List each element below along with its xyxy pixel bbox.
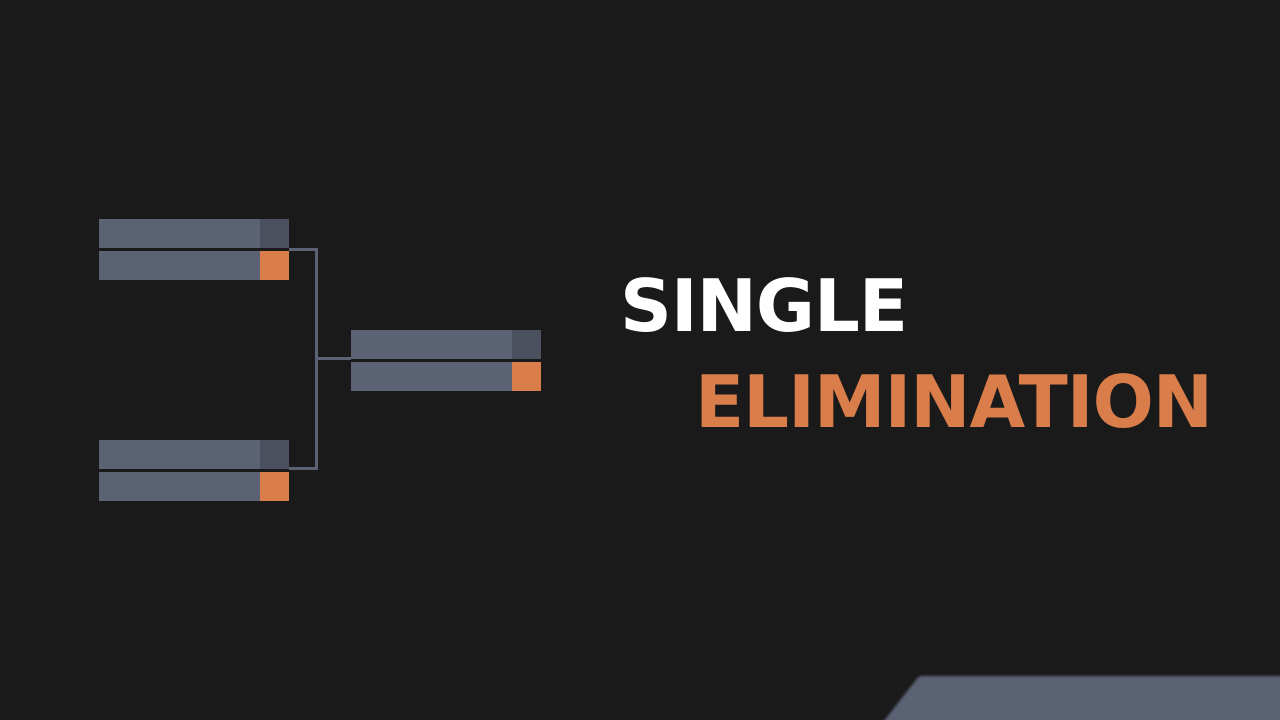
match-slot-top xyxy=(99,219,289,248)
title-line-accent: ELIMINATION xyxy=(695,360,1213,444)
bracket-connector-bottom xyxy=(289,467,318,470)
slot-score-box-highlight xyxy=(260,251,289,280)
match-slot-top xyxy=(351,330,541,359)
match-slot-bottom xyxy=(351,362,541,391)
match-slot-bottom xyxy=(99,251,289,280)
slot-score-box xyxy=(512,330,541,359)
bracket-match-round1-top xyxy=(99,219,289,281)
slide: SINGLE ELIMINATION xyxy=(0,0,1280,720)
slot-score-box-highlight xyxy=(260,472,289,501)
slot-score-box xyxy=(260,440,289,469)
match-slot-bottom xyxy=(99,472,289,501)
title-line-primary: SINGLE xyxy=(620,264,908,348)
slot-score-box xyxy=(260,219,289,248)
bracket-connector-top xyxy=(289,248,318,251)
bracket-match-round1-bottom xyxy=(99,440,289,502)
slot-score-box-highlight xyxy=(512,362,541,391)
decorative-bar xyxy=(880,676,1280,720)
bracket-match-round2 xyxy=(351,330,541,392)
match-slot-top xyxy=(99,440,289,469)
bracket-connector-to-final xyxy=(315,357,351,360)
